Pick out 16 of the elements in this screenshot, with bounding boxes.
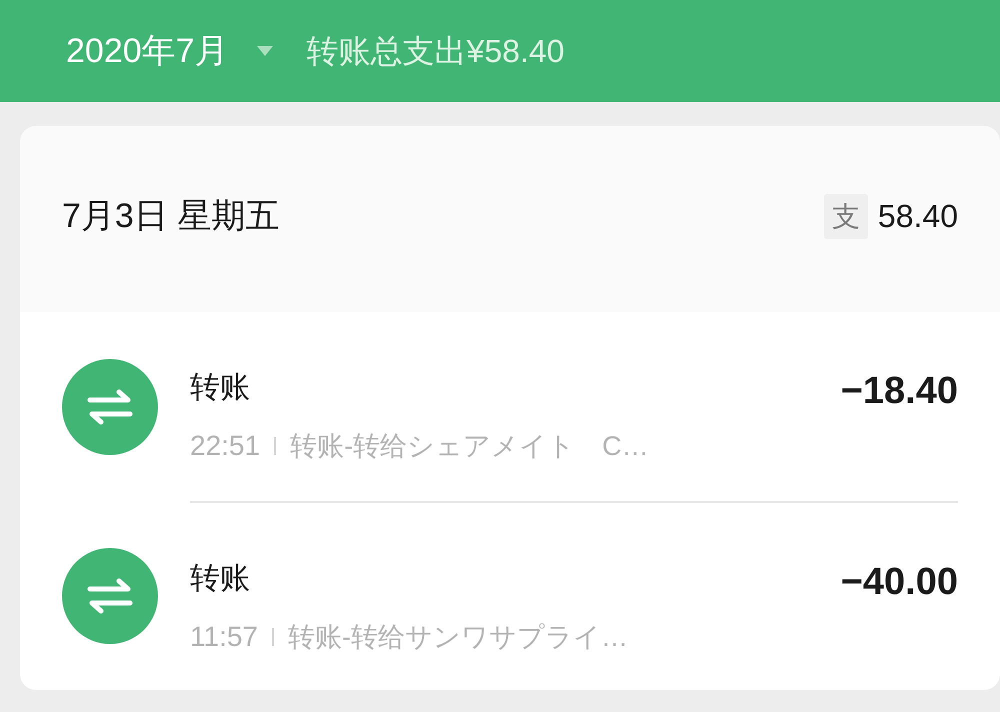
transaction-amount: −40.00 <box>840 564 958 600</box>
transfer-icon <box>62 358 158 454</box>
transfer-icon <box>62 548 158 644</box>
total-expense-summary: 转账总支出¥58.40 <box>306 32 564 71</box>
day-total: 58.40 <box>878 197 958 236</box>
transaction-time: 22:51 <box>190 429 260 463</box>
transaction-time: 11:57 <box>190 620 258 654</box>
transaction-title: 转账 <box>190 370 250 406</box>
transaction-title: 转账 <box>190 561 250 597</box>
month-picker[interactable]: 2020年7月 <box>66 31 273 71</box>
expense-tag: 支 <box>824 194 868 238</box>
transaction-description: 转账-转给サンワサプライ… <box>288 621 628 654</box>
caret-icon <box>256 46 273 56</box>
transaction-amount: −18.40 <box>840 373 958 409</box>
transaction-description: 转账-转给シェアメイト C… <box>290 430 649 463</box>
date-label: 7月3日 星期五 <box>62 196 280 236</box>
